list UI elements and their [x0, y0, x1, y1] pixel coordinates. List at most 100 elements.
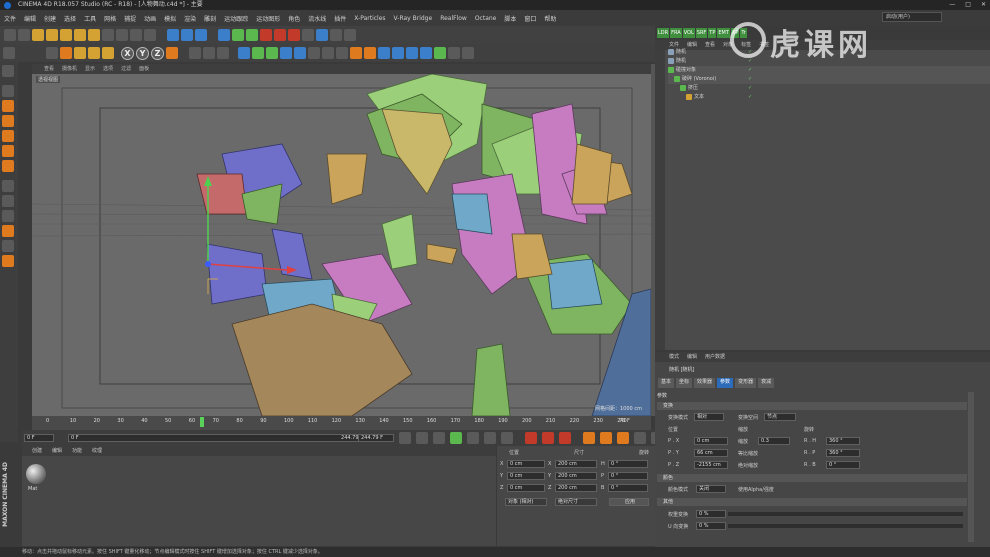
render-settings-icon[interactable] [195, 29, 207, 41]
menu-item-5[interactable]: 网格 [104, 14, 116, 23]
subdivision-icon[interactable] [246, 29, 258, 41]
array-icon[interactable] [280, 47, 292, 59]
menu-item-20[interactable]: 脚本 [504, 14, 516, 23]
light-object-icon[interactable] [336, 47, 348, 59]
menu-item-11[interactable]: 运动跟踪 [224, 14, 248, 23]
undo-icon[interactable] [3, 47, 15, 59]
clapper-settings-icon[interactable] [217, 47, 229, 59]
transform-space-select[interactable]: 节点 [764, 413, 796, 421]
coord-size-field[interactable]: 200 cm [555, 484, 597, 492]
move-icon[interactable] [60, 47, 72, 59]
nurbs-icon[interactable] [266, 47, 278, 59]
sculpt-icon[interactable] [2, 225, 14, 237]
attribute-scrollbar[interactable] [968, 392, 974, 542]
material-swatch[interactable] [26, 464, 46, 484]
close-button[interactable]: ✕ [981, 0, 986, 10]
menu-item-0[interactable]: 文件 [4, 14, 16, 23]
attribute-menu-item-2[interactable]: 用户数据 [705, 352, 725, 362]
position-field[interactable]: -2155 cm [694, 461, 728, 469]
z-axis-toggle[interactable]: Z [151, 46, 164, 60]
weight-slider[interactable] [728, 512, 963, 516]
camera-icon[interactable] [330, 29, 342, 41]
next-key-icon[interactable] [484, 432, 496, 444]
redo-button[interactable] [18, 29, 30, 41]
coord-position-field[interactable]: 0 cm [507, 484, 545, 492]
position-field[interactable]: 0 cm [694, 437, 728, 445]
workplane-icon[interactable] [2, 115, 14, 127]
xparticles-icon[interactable] [260, 29, 272, 41]
u-transform-field[interactable]: 0 % [696, 522, 726, 530]
menu-item-12[interactable]: 运动图形 [256, 14, 280, 23]
menu-item-17[interactable]: V-Ray Bridge [394, 15, 433, 22]
point-mode-icon[interactable] [2, 130, 14, 142]
menu-item-3[interactable]: 选择 [64, 14, 76, 23]
object-row[interactable]: 碰撞对象 ✓ [668, 66, 990, 75]
next-frame-icon[interactable] [467, 432, 479, 444]
menu-item-9[interactable]: 渲染 [184, 14, 196, 23]
octane-light-icon[interactable] [406, 47, 418, 59]
record-icon[interactable] [525, 432, 537, 444]
material-menu-item-0[interactable]: 创建 [32, 446, 42, 456]
position-field[interactable]: 66 cm [694, 449, 728, 457]
play-icon[interactable] [450, 432, 462, 444]
viewport-menu-item-5[interactable]: 面板 [139, 64, 149, 74]
scale-tool-icon[interactable] [60, 29, 72, 41]
attribute-tab-3[interactable]: 参数 [717, 378, 734, 388]
go-start-icon[interactable] [399, 432, 411, 444]
xp-system-icon[interactable] [364, 47, 376, 59]
material-menu-item-1[interactable]: 编辑 [52, 446, 62, 456]
cube-primitive-icon[interactable] [238, 47, 250, 59]
menu-item-22[interactable]: 帮助 [544, 14, 556, 23]
menu-item-6[interactable]: 捕捉 [124, 14, 136, 23]
menu-item-2[interactable]: 创建 [44, 14, 56, 23]
live-select-icon[interactable] [32, 29, 44, 41]
attribute-tab-0[interactable]: 基本 [658, 378, 675, 388]
lock-icon[interactable] [2, 255, 14, 267]
render-view-icon[interactable] [167, 29, 179, 41]
color-mode-select[interactable]: 关闭 [696, 485, 726, 493]
u-transform-slider[interactable] [728, 524, 963, 528]
menu-item-18[interactable]: RealFlow [440, 15, 467, 22]
frame-range-field[interactable]: 0 F 244.79 F [68, 434, 368, 442]
polygon-mode-icon[interactable] [2, 160, 14, 172]
coord-size-field[interactable]: 200 cm [555, 472, 597, 480]
rotate-tool-icon[interactable] [74, 29, 86, 41]
world-coords-icon[interactable] [166, 47, 178, 59]
cube-icon[interactable] [218, 29, 230, 41]
z-axis-button[interactable] [130, 29, 142, 41]
gear-icon[interactable] [434, 47, 446, 59]
material-menu-item-2[interactable]: 功能 [72, 446, 82, 456]
spline-pen-icon[interactable] [252, 47, 264, 59]
weight-field[interactable]: 0 % [696, 510, 726, 518]
keyframe-selection-icon[interactable] [559, 432, 571, 444]
menu-item-7[interactable]: 动画 [144, 14, 156, 23]
key-scale-icon[interactable] [600, 432, 612, 444]
coord-rotation-field[interactable]: 0 ° [608, 460, 648, 468]
layers-icon[interactable] [2, 240, 14, 252]
go-end-icon[interactable] [501, 432, 513, 444]
clapper-play-icon[interactable] [203, 47, 215, 59]
prev-key-icon[interactable] [416, 432, 428, 444]
camera-object-icon[interactable] [322, 47, 334, 59]
render-picture-viewer-icon[interactable] [181, 29, 193, 41]
rotation-field[interactable]: 360 ° [826, 449, 860, 457]
axis-mode-icon[interactable] [2, 180, 14, 192]
realflow-icon[interactable] [302, 29, 314, 41]
viewport-menu-item-1[interactable]: 摄像机 [62, 64, 77, 74]
recent-tools-icon[interactable] [88, 29, 100, 41]
menu-item-4[interactable]: 工具 [84, 14, 96, 23]
viewport-menu-item-0[interactable]: 查看 [44, 64, 54, 74]
viewport-menu-item-2[interactable]: 显示 [85, 64, 95, 74]
clapper-icon[interactable] [189, 47, 201, 59]
transform-mode-select[interactable]: 相对 [694, 413, 724, 421]
key-rotation-icon[interactable] [617, 432, 629, 444]
snap-icon[interactable] [2, 210, 14, 222]
attribute-tab-4[interactable]: 变形器 [735, 378, 757, 388]
coord-position-field[interactable]: 0 cm [507, 472, 545, 480]
rotation-field[interactable]: 0 ° [826, 461, 860, 469]
object-row[interactable]: 文本 ✓ [668, 93, 990, 102]
other-section[interactable]: 其他 [657, 498, 967, 506]
xparticles-emitter-icon[interactable] [274, 29, 286, 41]
x-axis-toggle[interactable]: X [121, 46, 134, 60]
transform-section[interactable]: 变换 [657, 402, 967, 410]
